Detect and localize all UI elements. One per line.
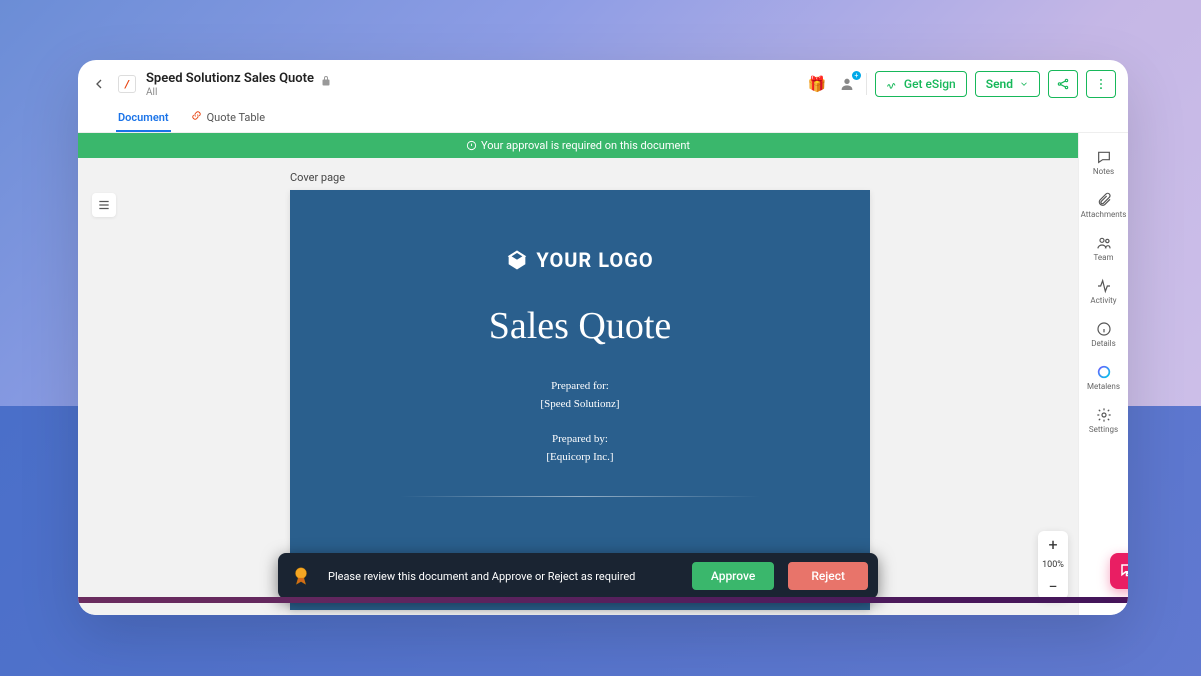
zoom-out-button[interactable]: − <box>1038 573 1068 599</box>
rail-metalens-label: Metalens <box>1087 382 1120 391</box>
cover-page-label: Cover page <box>290 171 1078 184</box>
notes-icon <box>1096 149 1112 165</box>
rail-settings-label: Settings <box>1089 425 1118 434</box>
send-label: Send <box>986 77 1013 91</box>
get-esign-label: Get eSign <box>904 77 956 91</box>
rail-activity-label: Activity <box>1090 296 1116 305</box>
logo-icon <box>506 249 528 271</box>
topbar: / Speed Solutionz Sales Quote All 🎁 + <box>78 60 1128 100</box>
rail-metalens[interactable]: Metalens <box>1081 358 1127 397</box>
gift-icon[interactable]: 🎁 <box>806 73 828 95</box>
cover-page: YOUR LOGO Sales Quote Prepared for: [Spe… <box>290 190 870 610</box>
share-button[interactable] <box>1048 70 1078 98</box>
chat-icon <box>1119 562 1128 580</box>
tab-document[interactable]: Document <box>116 104 171 132</box>
bottom-accent <box>78 597 1128 603</box>
rail-team-label: Team <box>1094 253 1114 262</box>
add-person-icon[interactable]: + <box>836 73 858 95</box>
zoom-in-button[interactable]: + <box>1038 531 1068 557</box>
rail-notes[interactable]: Notes <box>1081 143 1127 182</box>
page-title: Speed Solutionz Sales Quote <box>146 71 314 86</box>
gear-icon <box>1096 407 1112 423</box>
prepared-by-label: Prepared by: <box>546 431 613 449</box>
activity-icon <box>1096 278 1112 294</box>
prepared-by-value: [Equicorp Inc.] <box>546 449 613 467</box>
tab-quote-table-label: Quote Table <box>207 111 265 124</box>
award-icon <box>288 563 314 589</box>
lock-icon <box>320 72 332 84</box>
prepared-for-value: [Speed Solutionz] <box>540 396 619 414</box>
logo-text: YOUR LOGO <box>536 248 653 272</box>
review-text: Please review this document and Approve … <box>328 570 678 583</box>
approval-banner-text: Your approval is required on this docume… <box>481 139 690 152</box>
divider <box>400 496 760 497</box>
breadcrumb[interactable]: All <box>146 87 332 98</box>
paperclip-icon <box>1096 192 1112 208</box>
reject-button[interactable]: Reject <box>788 562 868 590</box>
rail-details[interactable]: Details <box>1081 315 1127 354</box>
document-viewport: Your approval is required on this docume… <box>78 133 1078 615</box>
approve-button[interactable]: Approve <box>692 562 774 590</box>
prepared-for-label: Prepared for: <box>540 378 619 396</box>
zoom-level: 100% <box>1042 557 1064 573</box>
app-logo: / <box>118 75 136 93</box>
rail-team[interactable]: Team <box>1081 229 1127 268</box>
more-menu-button[interactable] <box>1086 70 1116 98</box>
approve-label: Approve <box>711 569 755 583</box>
get-esign-button[interactable]: Get eSign <box>875 71 967 97</box>
tab-document-label: Document <box>118 111 169 124</box>
approval-banner: Your approval is required on this docume… <box>78 133 1078 158</box>
tab-quote-table[interactable]: Quote Table <box>189 104 267 132</box>
metalens-icon <box>1096 364 1112 380</box>
rail-attachments[interactable]: Attachments <box>1081 186 1127 225</box>
rail-settings[interactable]: Settings <box>1081 401 1127 440</box>
chat-fab[interactable] <box>1110 553 1128 589</box>
team-icon <box>1096 235 1112 251</box>
right-rail: Notes Attachments Team Activity Details <box>1078 133 1128 615</box>
rail-activity[interactable]: Activity <box>1081 272 1127 311</box>
send-button[interactable]: Send <box>975 71 1040 97</box>
reject-label: Reject <box>811 569 845 583</box>
link-icon <box>191 110 202 124</box>
tabs: Document Quote Table <box>78 100 1128 133</box>
rail-notes-label: Notes <box>1093 167 1114 176</box>
zoom-control: + 100% − <box>1038 531 1068 599</box>
review-bar: Please review this document and Approve … <box>278 553 878 599</box>
app-window: / Speed Solutionz Sales Quote All 🎁 + <box>78 60 1128 615</box>
rail-attachments-label: Attachments <box>1081 210 1127 219</box>
document-title: Sales Quote <box>489 304 672 348</box>
rail-details-label: Details <box>1091 339 1115 348</box>
info-icon <box>1096 321 1112 337</box>
back-button[interactable] <box>90 75 108 93</box>
